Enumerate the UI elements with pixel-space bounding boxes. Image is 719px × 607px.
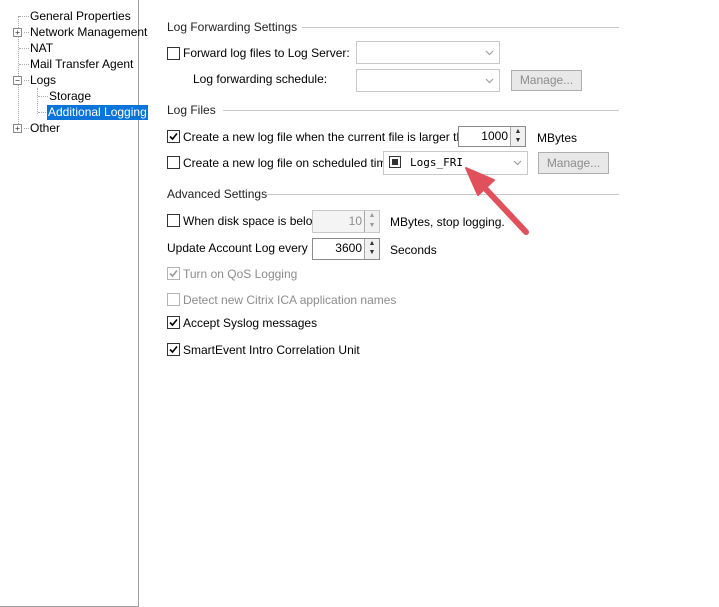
checkmark-icon	[169, 345, 178, 354]
new-log-scheduled-label: Create a new log file on scheduled times	[183, 156, 400, 170]
forward-log-files-label: Forward log files to Log Server:	[183, 46, 350, 60]
new-log-larger-checkbox[interactable]	[167, 130, 180, 143]
group-separator	[302, 27, 619, 28]
accept-syslog-checkbox[interactable]	[167, 316, 180, 329]
group-separator	[265, 194, 619, 195]
disk-space-label: When disk space is below	[183, 214, 322, 228]
smartevent-intro-label: SmartEvent Intro Correlation Unit	[183, 343, 360, 357]
log-server-select[interactable]	[356, 41, 500, 64]
log-forwarding-group-title: Log Forwarding Settings	[167, 20, 298, 34]
disk-space-spinner[interactable]: 10 ▲ ▼	[312, 210, 380, 233]
accept-syslog-label: Accept Syslog messages	[183, 316, 318, 330]
new-log-larger-label: Create a new log file when the current f…	[183, 130, 477, 144]
citrix-ica-checkbox[interactable]	[167, 293, 180, 306]
log-size-value: 1000	[481, 129, 508, 143]
log-files-manage-button[interactable]: Manage...	[538, 152, 609, 174]
tree-item-general-properties[interactable]: General Properties	[29, 9, 132, 24]
tree-item-additional-logging[interactable]: Additional Logging	[47, 105, 148, 120]
tree-item-logs[interactable]: Logs	[29, 73, 57, 88]
disk-space-unit: MBytes, stop logging.	[390, 215, 505, 229]
checkmark-icon	[169, 318, 178, 327]
tree-item-mail-transfer-agent[interactable]: Mail Transfer Agent	[29, 57, 134, 72]
collapse-minus-icon[interactable]: −	[13, 76, 22, 85]
log-schedule-value: Logs_FRI	[410, 156, 463, 169]
forwarding-manage-button[interactable]: Manage...	[511, 70, 582, 91]
navigation-tree: General Properties + Network Management …	[0, 0, 148, 607]
schedule-object-icon	[389, 156, 401, 168]
log-schedule-select[interactable]: Logs_FRI	[383, 151, 528, 175]
log-size-spinner[interactable]: 1000 ▲ ▼	[458, 126, 526, 147]
spin-down-icon[interactable]: ▼	[510, 136, 525, 146]
tree-item-storage[interactable]: Storage	[48, 89, 92, 104]
tree-item-nat[interactable]: NAT	[29, 41, 54, 56]
chevron-down-icon	[485, 78, 494, 83]
citrix-ica-label: Detect new Citrix ICA application names	[183, 293, 397, 307]
disk-space-checkbox[interactable]	[167, 214, 180, 227]
account-log-value: 3600	[335, 241, 362, 255]
log-size-unit: MBytes	[537, 131, 578, 145]
forwarding-schedule-select[interactable]	[356, 69, 500, 92]
checkmark-icon	[169, 269, 178, 278]
account-log-spinner[interactable]: 3600 ▲ ▼	[312, 238, 380, 260]
disk-space-value: 10	[348, 214, 362, 228]
smartevent-intro-checkbox[interactable]	[167, 343, 180, 356]
checkmark-icon	[169, 132, 178, 141]
account-log-label: Update Account Log every	[167, 241, 308, 255]
expand-plus-icon[interactable]: +	[13, 28, 22, 37]
log-files-group-title: Log Files	[167, 103, 216, 117]
spin-down-icon[interactable]: ▼	[364, 221, 379, 232]
new-log-scheduled-checkbox[interactable]	[167, 156, 180, 169]
account-log-unit: Seconds	[390, 243, 437, 257]
spin-down-icon[interactable]: ▼	[364, 248, 379, 259]
advanced-settings-group-title: Advanced Settings	[167, 187, 268, 201]
qos-logging-label: Turn on QoS Logging	[183, 267, 298, 281]
group-separator	[223, 110, 619, 111]
tree-item-other[interactable]: Other	[29, 121, 61, 136]
log-forwarding-schedule-label: Log forwarding schedule:	[193, 72, 328, 86]
tree-item-network-management[interactable]: Network Management	[29, 25, 148, 40]
chevron-down-icon	[513, 160, 522, 166]
chevron-down-icon	[485, 50, 494, 55]
expand-plus-icon[interactable]: +	[13, 124, 22, 133]
qos-logging-checkbox[interactable]	[167, 267, 180, 280]
forward-log-files-checkbox[interactable]	[167, 47, 180, 60]
